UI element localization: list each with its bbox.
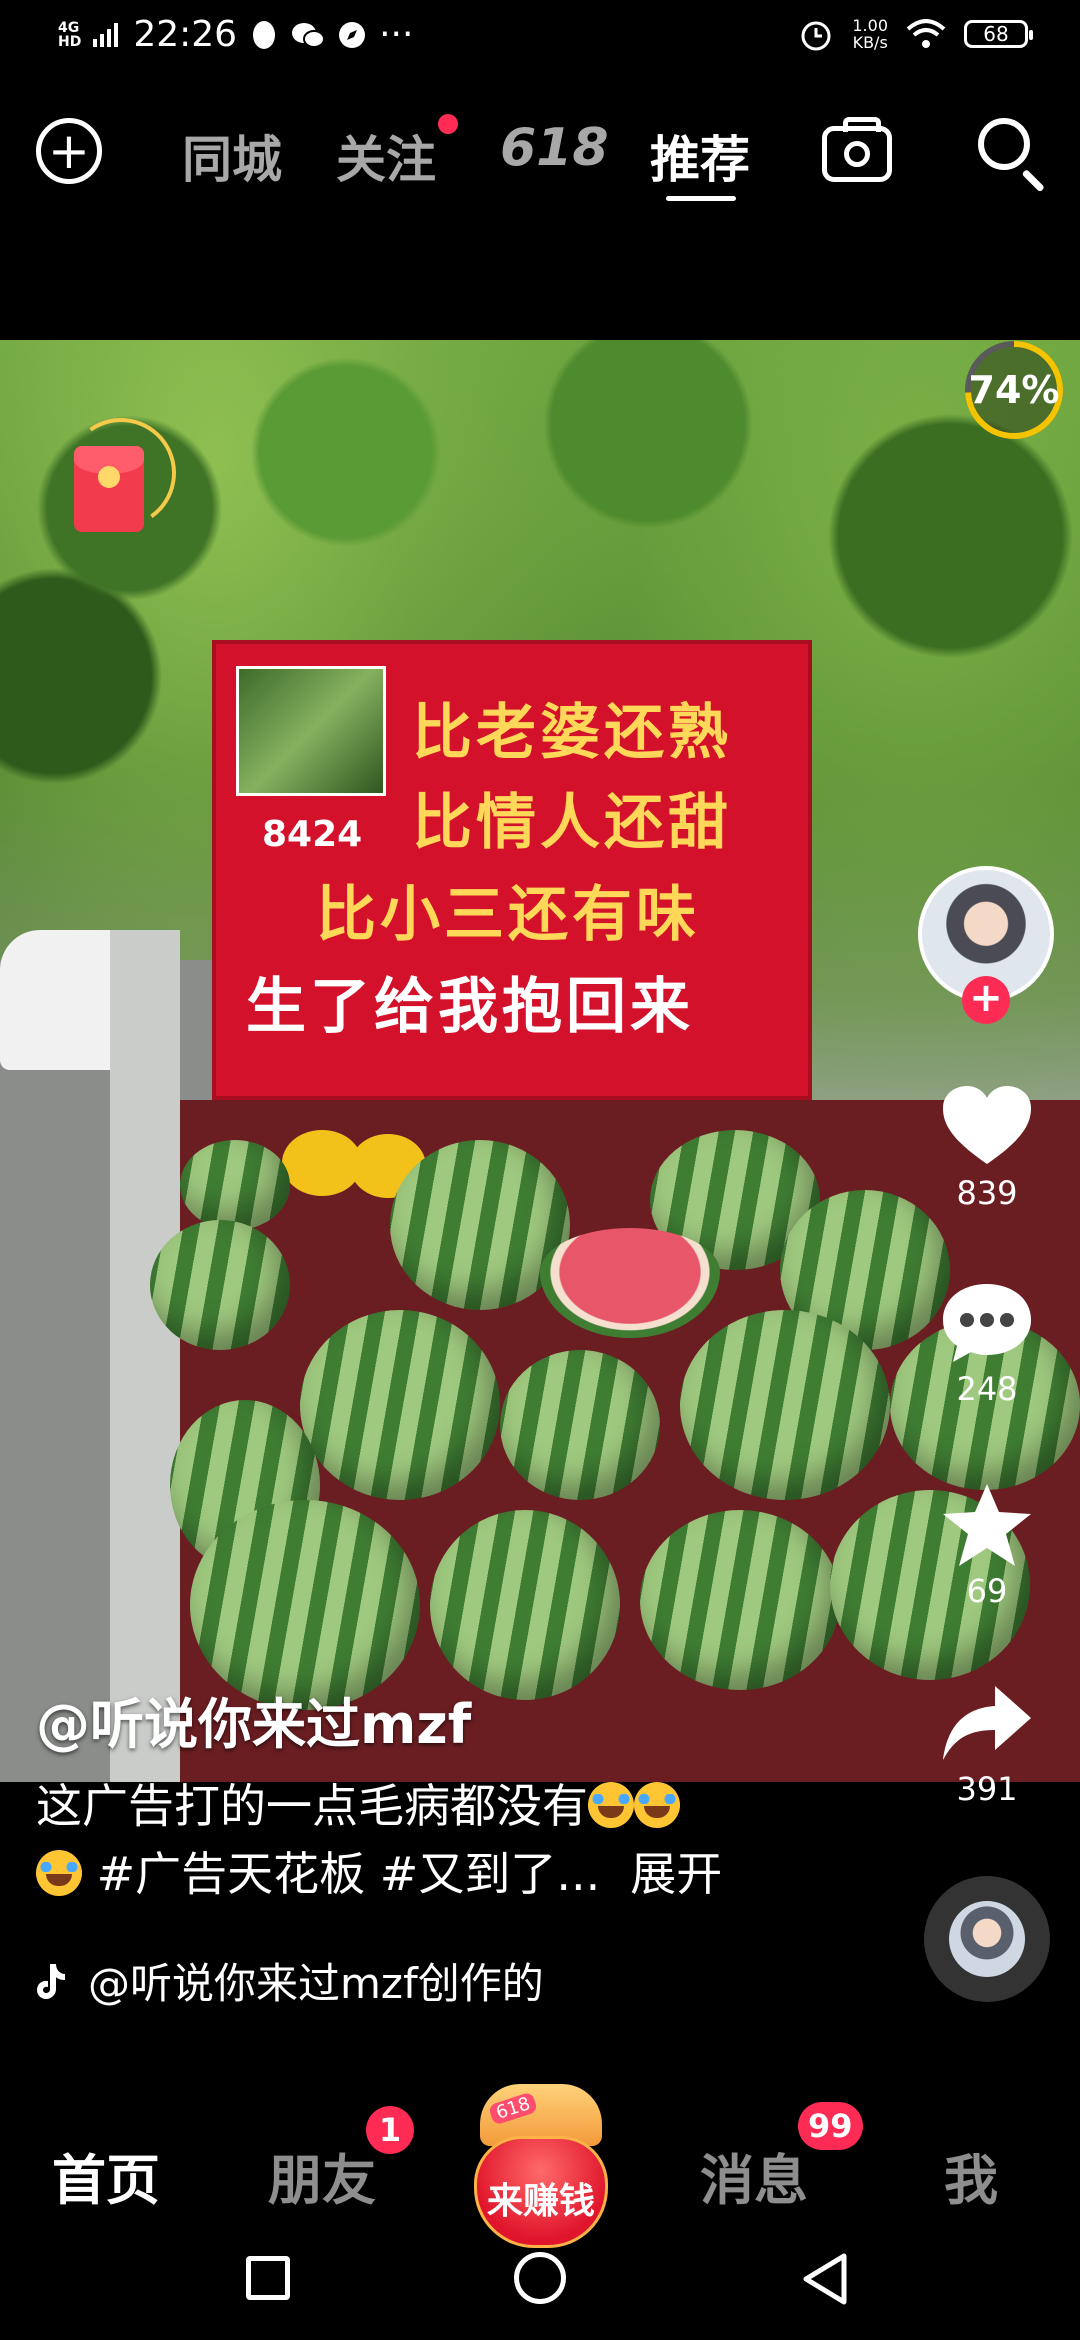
sign-code: 8424: [262, 814, 363, 855]
earn-money-button[interactable]: 618 来赚钱: [466, 2084, 616, 2254]
watch-progress-ring[interactable]: 74%: [962, 338, 1066, 442]
tab-following[interactable]: 关注: [336, 120, 436, 192]
favorite-count: 69: [966, 1572, 1008, 1610]
nav-friends[interactable]: 朋友: [268, 2136, 376, 2215]
music-disc[interactable]: [924, 1876, 1050, 2002]
author-name[interactable]: @听说你来过mzf: [36, 1680, 471, 1759]
battery-icon: 68: [964, 20, 1033, 48]
status-bar: 4G HD 22:26 ··· 1.00 KB/s 68: [0, 0, 1080, 80]
wechat-icon: [292, 22, 326, 48]
network-type: 4G: [58, 19, 80, 36]
like-count: 839: [956, 1174, 1018, 1212]
wifi-icon: [906, 19, 946, 48]
caption-line-2: #广告天花板 #又到了... 展开: [36, 1840, 876, 1908]
heart-icon: [943, 1086, 1031, 1164]
following-notification-dot: [438, 114, 458, 134]
top-nav: + 同城 关注 618 推荐: [0, 104, 1080, 201]
laughing-emoji-icon: [36, 1850, 82, 1896]
sign-watermelon-photo: [236, 666, 386, 796]
laughing-emoji-icon: [588, 1782, 634, 1828]
watermelon: [500, 1350, 660, 1500]
like-button[interactable]: 839: [906, 1084, 1068, 1212]
video-truck-side: [110, 930, 180, 1782]
watermelon: [150, 1220, 290, 1350]
more-indicator: ···: [379, 14, 414, 55]
tiktok-note-icon: [37, 1963, 65, 1999]
watermelon: [180, 1140, 290, 1230]
system-nav-bar: [0, 2236, 1080, 2340]
share-button[interactable]: 391: [906, 1680, 1068, 1808]
tab-nearby[interactable]: 同城: [182, 120, 282, 192]
earn-label: 来赚钱: [486, 2181, 595, 2222]
music-label: @听说你来过mzf创作的: [88, 1959, 544, 2008]
net-speed: 1.00 KB/s: [852, 17, 888, 51]
caption-hashtags[interactable]: #广告天花板 #又到了...: [97, 1847, 601, 1901]
home-button[interactable]: [514, 2252, 566, 2304]
sign-line: 比情人还甜: [412, 788, 732, 858]
sign-line: 比小三还有味: [316, 880, 700, 950]
nav-home[interactable]: 首页: [52, 2136, 160, 2215]
red-packet-icon: [74, 446, 144, 532]
compass-icon: [339, 21, 366, 48]
watermelon: [190, 1500, 420, 1710]
comment-button[interactable]: 248: [906, 1280, 1068, 1408]
watermelon: [680, 1310, 890, 1500]
search-icon[interactable]: [978, 118, 1030, 170]
nav-me[interactable]: 我: [944, 2136, 998, 2215]
back-button[interactable]: [800, 2252, 850, 2306]
music-info[interactable]: @听说你来过mzf创作的: [36, 1950, 544, 2011]
network-indicator: 4G HD: [58, 21, 81, 49]
star-icon: [943, 1484, 1031, 1566]
nav-messages[interactable]: 消息: [700, 2136, 808, 2215]
signal-icon: [93, 22, 119, 47]
alarm-icon: [801, 21, 831, 51]
qq-icon: [253, 20, 276, 49]
caption-text: 这广告打的一点毛病都没有: [36, 1779, 588, 1833]
share-count: 391: [956, 1770, 1018, 1808]
tab-recommend[interactable]: 推荐: [650, 120, 750, 192]
messages-badge: 99: [798, 2102, 863, 2150]
net-speed-value: 1.00: [852, 16, 888, 35]
watermelon: [300, 1310, 500, 1500]
progress-label: 74%: [968, 368, 1060, 412]
tab-618[interactable]: 618: [500, 118, 609, 178]
expand-button[interactable]: 展开: [630, 1847, 722, 1901]
follow-button[interactable]: +: [962, 976, 1010, 1024]
music-disc-avatar: [949, 1901, 1025, 1977]
laughing-emoji-icon: [634, 1782, 680, 1828]
caption-line-1: 这广告打的一点毛病都没有: [36, 1772, 876, 1840]
comment-icon: [943, 1284, 1031, 1362]
plus-circle-icon[interactable]: +: [36, 118, 102, 184]
favorite-button[interactable]: 69: [906, 1482, 1068, 1610]
bottom-nav: 首页 朋友 1 618 来赚钱 消息 99 我: [0, 2056, 1080, 2248]
network-hd: HD: [58, 33, 82, 50]
watermelon: [640, 1510, 840, 1690]
post-caption: 这广告打的一点毛病都没有 #广告天花板 #又到了... 展开: [36, 1772, 876, 1908]
sign-line: 生了给我抱回来: [246, 972, 694, 1042]
recents-button[interactable]: [246, 2256, 290, 2300]
clock: 22:26: [133, 14, 238, 55]
camera-icon[interactable]: [822, 117, 892, 182]
share-icon: [943, 1686, 1031, 1760]
friends-badge: 1: [366, 2106, 414, 2154]
battery-level: 68: [983, 22, 1009, 46]
watermelon: [430, 1510, 620, 1700]
net-speed-unit: KB/s: [852, 33, 888, 52]
sign-line: 比老婆还熟: [412, 698, 732, 768]
watermelon-sign: 8424 比老婆还熟 比情人还甜 比小三还有味 生了给我抱回来: [212, 640, 812, 1100]
active-tab-indicator: [666, 196, 736, 201]
red-packet-button[interactable]: [57, 409, 185, 537]
comment-count: 248: [956, 1370, 1018, 1408]
